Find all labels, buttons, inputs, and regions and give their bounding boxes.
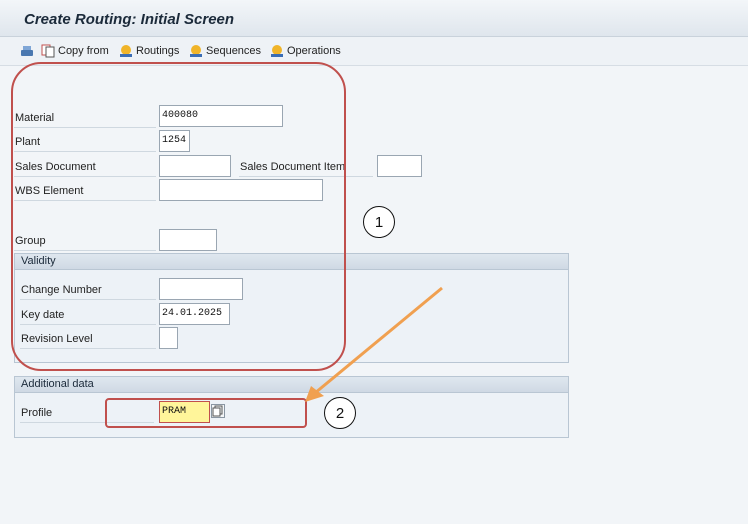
arrow-shaft	[314, 286, 443, 395]
annotation-arrow	[305, 286, 443, 402]
